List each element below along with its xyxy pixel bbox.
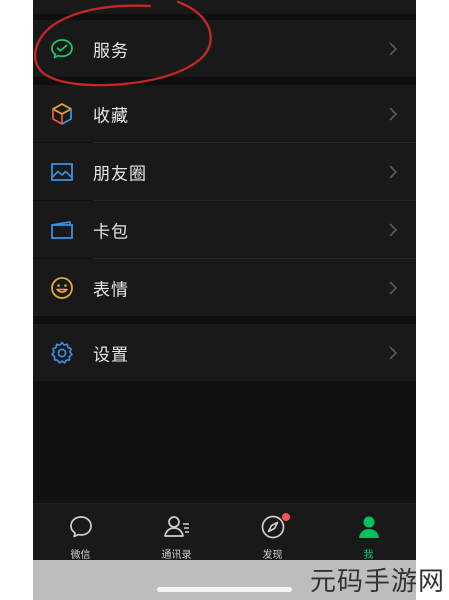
tab-chats[interactable]: 微信 xyxy=(33,504,128,561)
tab-contacts[interactable]: 通讯录 xyxy=(129,504,224,561)
chevron-right-icon xyxy=(389,280,398,295)
tab-label: 发现 xyxy=(262,550,283,561)
card-icon xyxy=(51,220,73,239)
menu-item-card-wallet[interactable]: 卡包 xyxy=(33,201,416,258)
chevron-right-icon xyxy=(389,41,398,56)
tab-label: 通讯录 xyxy=(161,550,192,561)
tab-discover[interactable]: 发现 xyxy=(225,504,320,561)
menu-item-label: 收藏 xyxy=(93,106,129,126)
person-icon xyxy=(358,516,379,538)
top-cell-remnant xyxy=(33,0,416,14)
wechat-pay-icon xyxy=(51,38,73,58)
contacts-icon xyxy=(163,516,189,537)
home-indicator[interactable] xyxy=(157,587,292,592)
phone-screen: 服务 收藏 朋友圈 卡包 表情 设置 微信 通讯录 发现 我 xyxy=(33,0,416,600)
chevron-right-icon xyxy=(389,345,398,360)
menu-item-label: 服务 xyxy=(93,41,129,61)
cube-icon xyxy=(52,102,72,125)
gear-icon xyxy=(51,341,73,364)
tab-label: 微信 xyxy=(70,550,91,561)
group-separator xyxy=(33,77,416,85)
notification-badge xyxy=(282,513,290,521)
chevron-right-icon xyxy=(389,106,398,121)
chat-bubble-icon xyxy=(69,516,92,538)
menu-item-label: 朋友圈 xyxy=(93,164,147,184)
menu-item-settings[interactable]: 设置 xyxy=(33,324,416,381)
empty-area xyxy=(33,381,416,503)
image-icon xyxy=(51,162,73,181)
tab-label: 我 xyxy=(363,550,374,561)
menu-item-favorites[interactable]: 收藏 xyxy=(33,85,416,142)
menu-item-label: 设置 xyxy=(93,345,129,365)
menu-item-stickers[interactable]: 表情 xyxy=(33,259,416,316)
group-separator xyxy=(33,316,416,324)
chevron-right-icon xyxy=(389,164,398,179)
watermark-text: 元码手游网 xyxy=(309,567,445,597)
chevron-right-icon xyxy=(389,222,398,237)
menu-item-moments[interactable]: 朋友圈 xyxy=(33,143,416,200)
bottom-tab-bar: 微信 通讯录 发现 我 xyxy=(33,503,416,561)
menu-item-services[interactable]: 服务 xyxy=(33,20,416,77)
menu-item-label: 表情 xyxy=(93,280,129,300)
menu-item-label: 卡包 xyxy=(93,222,129,242)
smile-icon xyxy=(51,276,73,299)
tab-me[interactable]: 我 xyxy=(321,504,416,561)
